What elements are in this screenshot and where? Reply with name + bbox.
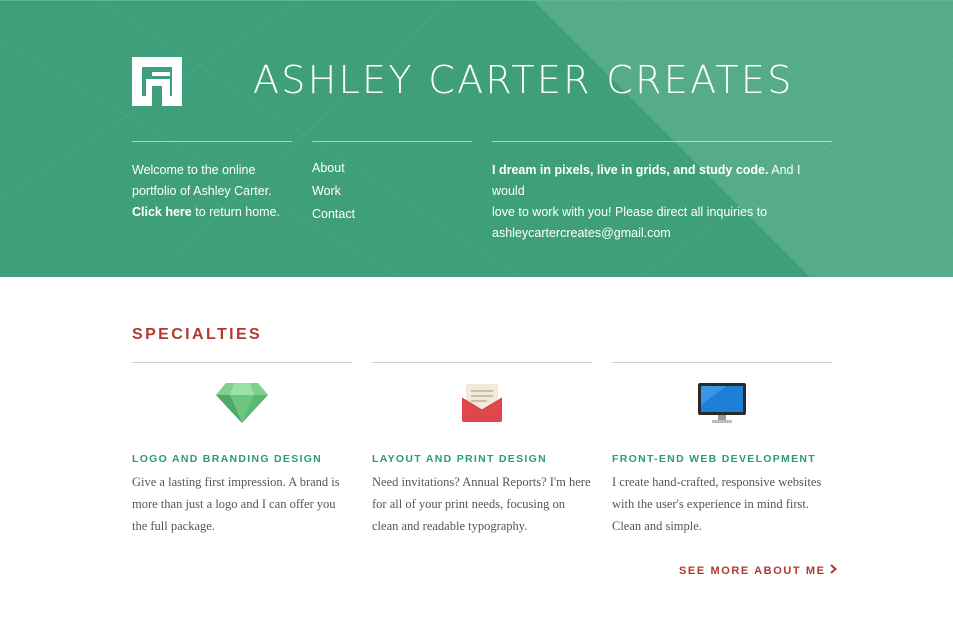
specialty-heading: FRONT-END WEB DEVELOPMENT [612, 453, 817, 465]
envelope-icon [461, 384, 503, 422]
site-header: ASHLEY CARTER CREATES Welcome to the onl… [0, 0, 953, 277]
welcome-line-2: portfolio of Ashley Carter. [132, 184, 272, 198]
site-title: ASHLEY CARTER CREATES [253, 58, 794, 102]
welcome-line-3: to return home. [191, 205, 281, 219]
welcome-block: Welcome to the online portfolio of Ashle… [132, 141, 292, 223]
contact-block: I dream in pixels, live in grids, and st… [492, 141, 832, 244]
specialty-description: Give a lasting first impression. A brand… [132, 475, 340, 533]
welcome-line-1: Welcome to the online [132, 163, 256, 177]
header-top-border [0, 0, 953, 1]
specialty-layout-print: LAYOUT AND PRINT DESIGN Need invitations… [372, 362, 592, 537]
ac-logo-icon[interactable] [132, 57, 182, 106]
monitor-icon [698, 383, 746, 423]
nav-about[interactable]: About [312, 157, 472, 180]
specialty-description: I create hand-crafted, responsive websit… [612, 475, 822, 533]
see-more-label: SEE MORE ABOUT ME [679, 565, 826, 577]
see-more-about-me-link[interactable]: SEE MORE ABOUT ME [679, 563, 837, 579]
gem-icon [216, 383, 268, 423]
contact-email-link[interactable]: ashleycartercreates@gmail.com [492, 226, 671, 240]
specialty-heading: LAYOUT AND PRINT DESIGN [372, 453, 547, 465]
contact-line-2: love to work with you! Please direct all… [492, 205, 768, 219]
header-nav: About Work Contact [312, 141, 472, 226]
specialty-logo-branding: LOGO AND BRANDING DESIGN Give a lasting … [132, 362, 352, 537]
nav-work[interactable]: Work [312, 180, 472, 203]
contact-tagline: I dream in pixels, live in grids, and st… [492, 163, 769, 177]
chevron-right-icon [829, 563, 837, 579]
nav-contact[interactable]: Contact [312, 203, 472, 226]
specialties-title: SPECIALTIES [132, 326, 263, 343]
specialty-front-end: FRONT-END WEB DEVELOPMENT I create hand-… [612, 362, 832, 537]
click-here-link[interactable]: Click here [132, 205, 192, 219]
specialty-description: Need invitations? Annual Reports? I'm he… [372, 475, 591, 533]
specialty-heading: LOGO AND BRANDING DESIGN [132, 453, 323, 465]
